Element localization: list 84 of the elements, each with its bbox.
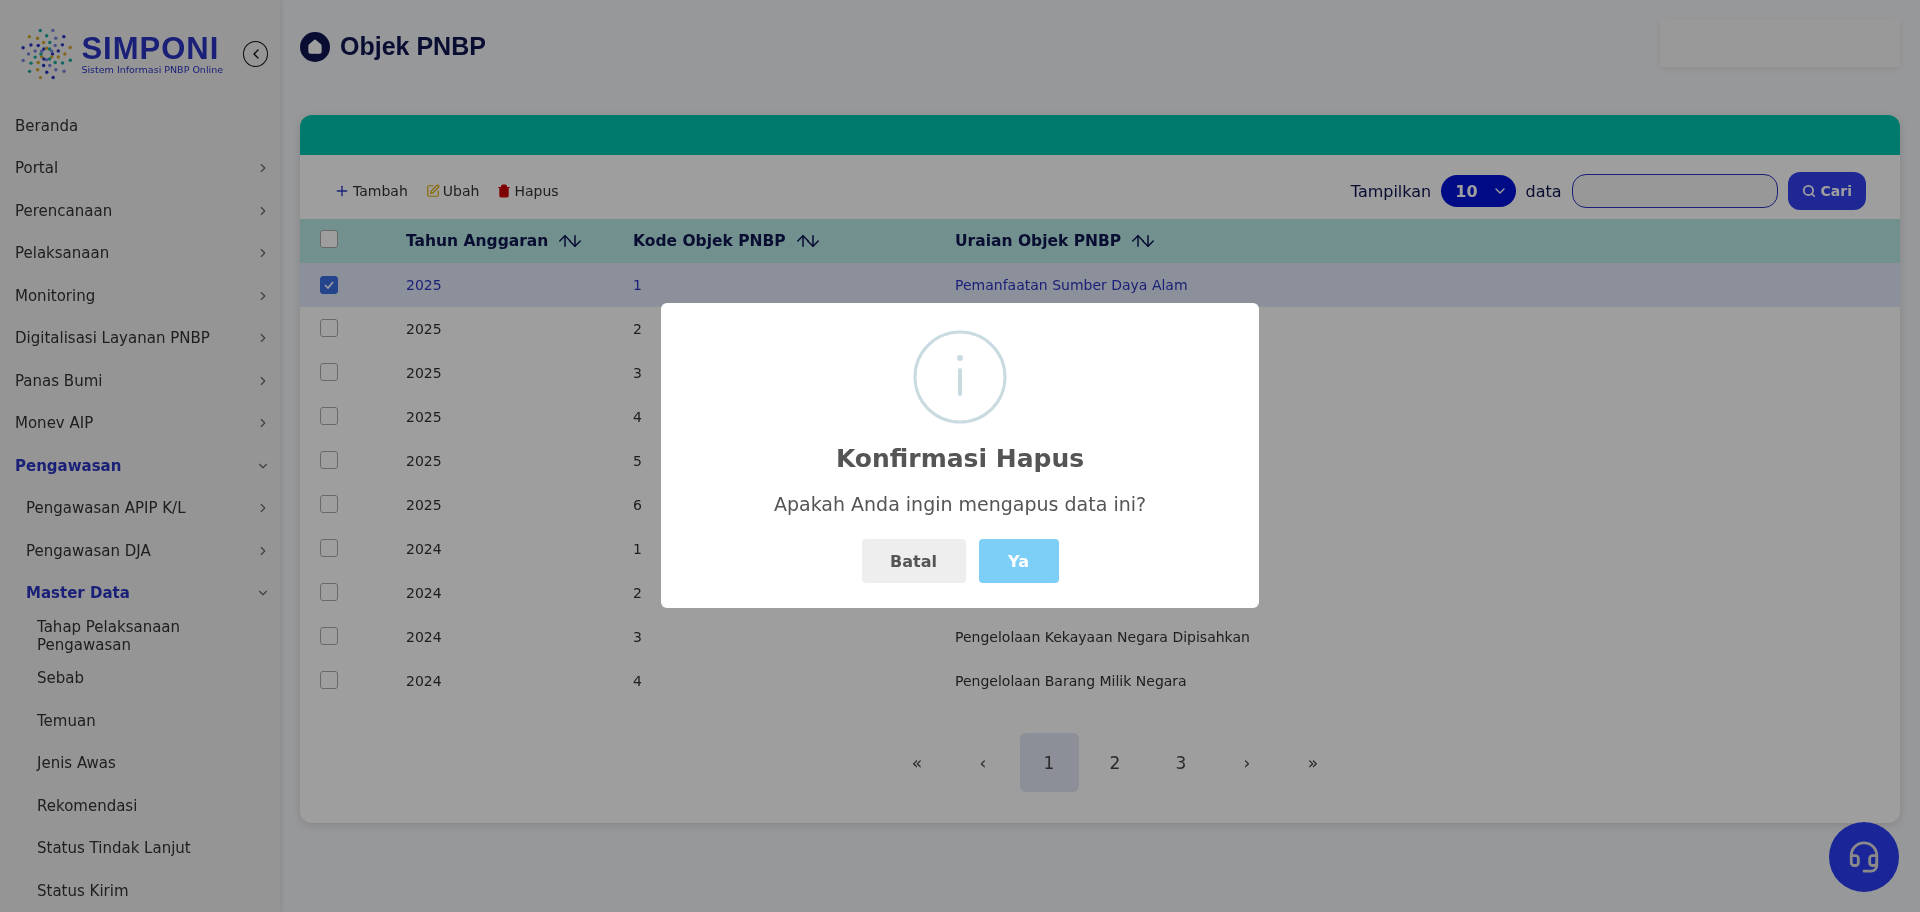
row-select-cell[interactable] <box>300 263 406 307</box>
sidebar-item[interactable]: Monev AIP <box>0 402 280 445</box>
search-button[interactable]: Cari <box>1787 172 1866 210</box>
sidebar-item[interactable]: Panas Bumi <box>0 359 280 402</box>
info-icon <box>913 330 1007 424</box>
page-button[interactable]: 3 <box>1151 733 1211 792</box>
checkbox[interactable] <box>320 318 338 337</box>
sidebar-item[interactable]: Beranda <box>0 104 280 147</box>
sidebar-item[interactable]: Portal <box>0 147 280 190</box>
table-cell: 3 <box>633 365 642 381</box>
sidebar-item[interactable]: Master Data <box>0 572 280 615</box>
table-cell: 2024 <box>406 585 442 601</box>
check-icon <box>323 279 335 291</box>
table-cell: 2024 <box>406 541 442 557</box>
sidebar-item[interactable]: Tahap Pelaksanaan Pengawasan <box>0 614 280 657</box>
table-cell: 2024 <box>406 673 442 689</box>
page-button[interactable]: » <box>1283 733 1343 792</box>
page-size-select[interactable]: 10 <box>1441 175 1516 207</box>
table-cell: 4 <box>633 409 642 425</box>
edit-icon <box>425 184 440 198</box>
checkbox[interactable] <box>320 362 338 381</box>
brand-name: SIMPONI <box>81 33 220 65</box>
sidebar-item[interactable]: Rekomendasi <box>0 784 280 827</box>
table-cell: 2025 <box>406 277 442 293</box>
table-cell: Pengelolaan Kekayaan Negara Dipisahkan <box>955 629 1250 645</box>
checkbox[interactable] <box>320 230 338 248</box>
sidebar-item[interactable]: Pengawasan DJA <box>0 529 280 572</box>
checkbox[interactable] <box>320 450 338 469</box>
brand-tagline: Sistem Informasi PNBP Online <box>81 64 224 76</box>
sidebar-item[interactable]: Monitoring <box>0 274 280 317</box>
home-icon <box>300 31 330 62</box>
table-cell: 3 <box>633 629 642 645</box>
table-cell: 6 <box>633 497 642 513</box>
column-header[interactable]: Uraian Objek PNBP <box>955 232 1122 250</box>
show-label: Tampilkan <box>1350 181 1432 201</box>
sidebar-item[interactable]: Jenis Awas <box>0 742 280 785</box>
sidebar-item[interactable]: Status Kirim <box>0 869 280 912</box>
sidebar-item[interactable]: Perencanaan <box>0 189 280 232</box>
checkbox[interactable] <box>320 538 338 557</box>
table-cell: 2 <box>633 585 642 601</box>
dialog-message: Apakah Anda ingin mengapus data ini? <box>773 493 1147 515</box>
toolbar-action[interactable]: Hapus <box>497 183 559 199</box>
page-button[interactable]: 2 <box>1085 733 1145 792</box>
table-cell: 5 <box>633 453 642 469</box>
checkbox[interactable] <box>320 670 338 689</box>
column-header[interactable]: Kode Objek PNBP <box>633 232 786 250</box>
page-title: Objek PNBP <box>340 32 486 61</box>
sidebar-item[interactable]: Pelaksanaan <box>0 232 280 275</box>
sidebar-item[interactable]: Status Tindak Lanjut <box>0 827 280 870</box>
plus-icon <box>334 183 350 199</box>
table-cell: 2025 <box>406 497 442 513</box>
cancel-button[interactable]: Batal <box>861 539 966 583</box>
table-cell: Pengelolaan Barang Milik Negara <box>955 673 1187 689</box>
sidebar-item[interactable]: Pengawasan APIP K/L <box>0 487 280 530</box>
table-cell: Pemanfaatan Sumber Daya Alam <box>955 277 1188 293</box>
search-icon <box>1801 184 1816 198</box>
sidebar-item[interactable]: Digitalisasi Layanan PNBP <box>0 317 280 360</box>
sidebar-item[interactable]: Temuan <box>0 699 280 742</box>
page-button[interactable]: « <box>887 733 947 792</box>
dialog-title: Konfirmasi Hapus <box>835 444 1085 473</box>
checkbox[interactable] <box>320 276 338 294</box>
toolbar-action[interactable]: Ubah <box>425 183 480 199</box>
table-cell: 1 <box>633 277 642 293</box>
table-cell: 2025 <box>406 409 442 425</box>
page-button[interactable]: › <box>1217 733 1277 792</box>
page-button[interactable]: ‹ <box>953 733 1013 792</box>
table-cell: 4 <box>633 673 642 689</box>
table-cell: 2025 <box>406 321 442 337</box>
table-cell: 2024 <box>406 629 442 645</box>
table-cell: 1 <box>633 541 642 557</box>
checkbox[interactable] <box>320 494 338 513</box>
sidebar-item[interactable]: Pengawasan <box>0 444 280 487</box>
checkbox[interactable] <box>320 626 338 645</box>
table-cell: 2025 <box>406 453 442 469</box>
checkbox[interactable] <box>320 406 338 425</box>
search-field[interactable] <box>1571 174 1778 208</box>
page-button[interactable]: 1 <box>1019 733 1079 792</box>
sidebar-item[interactable]: Sebab <box>0 657 280 700</box>
table-cell: 2025 <box>406 365 442 381</box>
table-cell: 2 <box>633 321 642 337</box>
toolbar-action[interactable]: Tambah <box>334 183 408 199</box>
checkbox[interactable] <box>320 582 338 601</box>
trash-icon <box>497 184 512 198</box>
data-label: data <box>1525 181 1562 201</box>
